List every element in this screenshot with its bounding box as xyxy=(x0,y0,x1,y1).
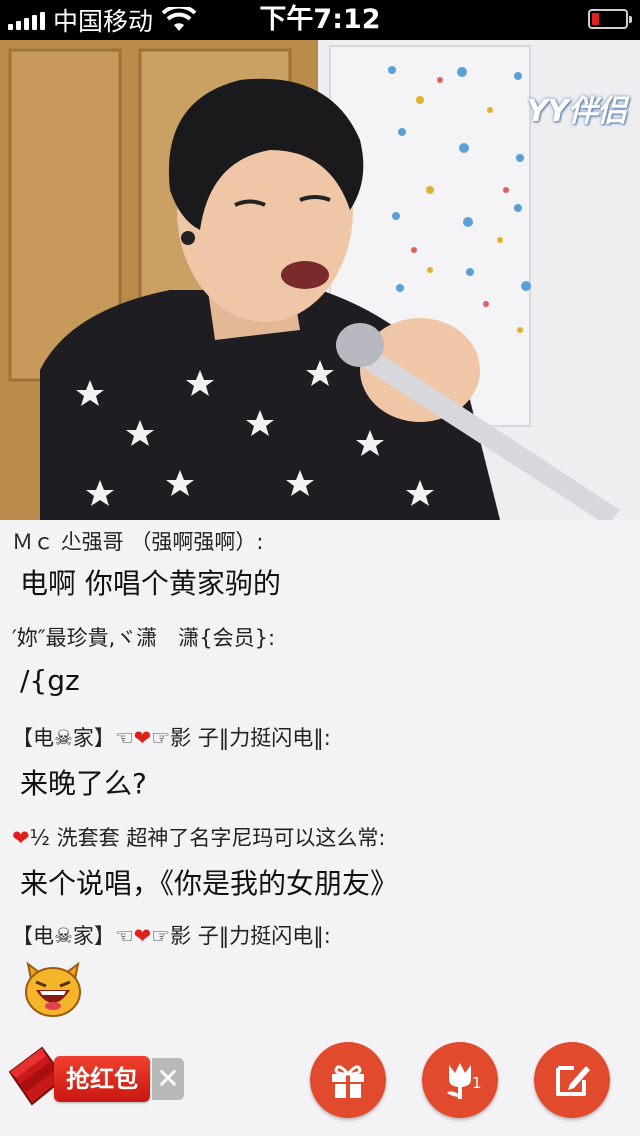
chat-list[interactable]: Ｍｃ 尐强哥 （强啊强啊）: 电啊 你唱个黄家驹的 ′妳″最珍貴,ヾ潇 潇{会员… xyxy=(0,520,640,1040)
chat-username-suffix: ☞影 子‖力挺闪电‖: xyxy=(151,924,331,948)
red-packet-label: 抢红包 xyxy=(54,1056,150,1102)
chat-message: /{gz xyxy=(20,664,80,697)
edit-icon xyxy=(556,1066,590,1096)
compose-button[interactable] xyxy=(534,1042,610,1118)
close-icon[interactable]: ✕ xyxy=(152,1058,184,1100)
clock: 下午7:12 xyxy=(259,4,381,35)
grab-red-packet-button[interactable]: 抢红包 ✕ xyxy=(6,1044,184,1110)
status-bar: 中国移动 下午7:12 xyxy=(0,0,640,40)
chat-username[interactable]: ′妳″最珍貴,ヾ潇 潇{会员}: xyxy=(12,622,275,652)
heart-icon: ❤ xyxy=(133,924,152,948)
yy-watermark: YY伴侣 xyxy=(526,94,627,129)
gift-button[interactable] xyxy=(310,1042,386,1118)
battery-icon xyxy=(588,9,632,29)
chat-username-suffix: ½ 洗套套 超神了名字尼玛可以这么常: xyxy=(29,826,386,850)
chat-message: 来晚了么? xyxy=(20,767,147,800)
gift-icon xyxy=(332,1065,364,1098)
chat-username[interactable]: 【电☠家】☜❤☞影 子‖力挺闪电‖: xyxy=(12,722,331,752)
chat-message: 来个说唱，《你是我的女朋友》 xyxy=(20,867,399,900)
chat-message: 电啊 你唱个黄家驹的 xyxy=(20,567,281,600)
heart-icon: ❤ xyxy=(133,726,152,750)
heart-icon: ❤ xyxy=(12,826,30,850)
cat-laugh-icon xyxy=(25,961,81,1017)
chat-username-prefix: 【电☠家】☜ xyxy=(12,726,134,750)
chat-username-suffix: ☞影 子‖力挺闪电‖: xyxy=(151,726,331,750)
chat-username-prefix: 【电☠家】☜ xyxy=(12,924,134,948)
chat-username[interactable]: ❤½ 洗套套 超神了名字尼玛可以这么常: xyxy=(12,822,385,852)
chat-username[interactable]: 【电☠家】☜❤☞影 子‖力挺闪电‖: xyxy=(12,920,331,950)
live-video[interactable]: YY伴侣 xyxy=(0,40,640,520)
chat-username[interactable]: Ｍｃ 尐强哥 （强啊强啊）: xyxy=(12,526,263,556)
send-flower-button[interactable]: 1 xyxy=(422,1042,498,1118)
flower-count: 1 xyxy=(472,1074,482,1092)
